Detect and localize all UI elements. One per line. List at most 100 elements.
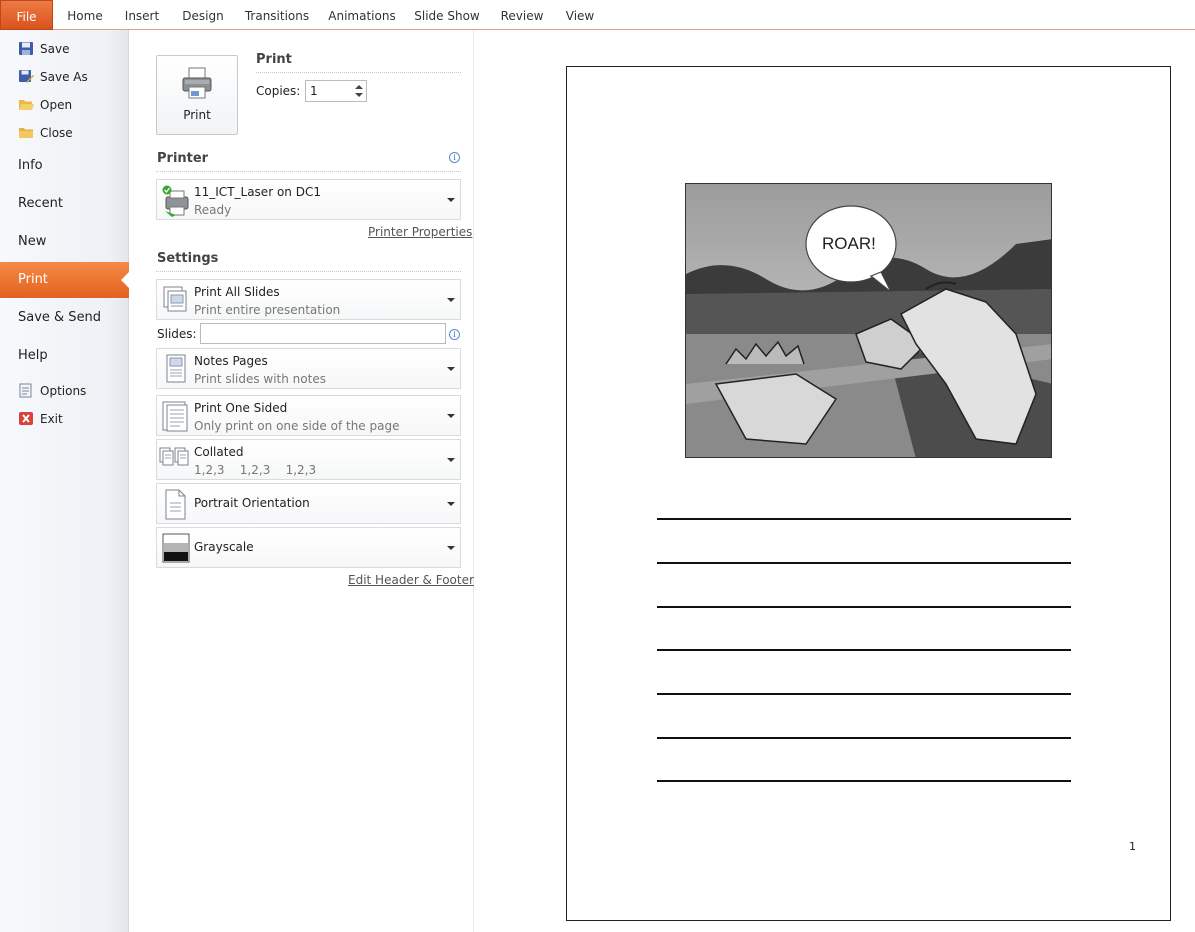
notes-line	[657, 562, 1071, 564]
print-range-dropdown[interactable]: Print All Slides Print entire presentati…	[156, 279, 461, 320]
nav-save-label: Save	[40, 42, 70, 56]
print-layout-sub: Print slides with notes	[194, 372, 326, 386]
notes-line	[657, 606, 1071, 608]
divider	[156, 271, 461, 272]
dinosaur-illustration	[686, 184, 1051, 457]
nav-save-as[interactable]: Save As	[0, 64, 128, 90]
copies-label: Copies:	[256, 84, 301, 98]
one-sided-icon	[162, 401, 188, 432]
printer-status: Ready	[194, 203, 232, 217]
nav-help-label: Help	[18, 348, 48, 363]
tab-animations[interactable]: Animations	[324, 0, 400, 30]
slides-label: Slides:	[157, 327, 197, 341]
print-button-label: Print	[183, 108, 211, 122]
nav-open[interactable]: Open	[0, 92, 128, 118]
color-main: Grayscale	[194, 540, 254, 554]
nav-save[interactable]: Save	[0, 36, 128, 62]
chevron-down-icon	[447, 502, 455, 506]
tab-home[interactable]: Home	[62, 0, 108, 30]
folder-open-icon	[19, 100, 34, 110]
print-button[interactable]: Print	[156, 55, 238, 135]
tab-review[interactable]: Review	[496, 0, 548, 30]
info-icon[interactable]: i	[449, 329, 460, 340]
chevron-down-icon	[447, 198, 455, 202]
grayscale-icon	[162, 533, 190, 563]
collated-icon	[159, 447, 189, 466]
options-icon	[19, 383, 32, 398]
save-icon	[19, 42, 33, 55]
printer-section-title: Printer	[157, 151, 209, 166]
notes-pages-icon	[166, 354, 186, 383]
print-settings-pane: Print Print Copies: 1 Printer i 11_ICT_L…	[129, 30, 474, 932]
tab-design[interactable]: Design	[176, 0, 230, 30]
printer-status-icon	[162, 185, 189, 217]
tab-insert[interactable]: Insert	[118, 0, 166, 30]
print-sides-main: Print One Sided	[194, 401, 288, 415]
divider	[256, 72, 461, 73]
orientation-dropdown[interactable]: Portrait Orientation	[156, 483, 461, 524]
chevron-down-icon	[447, 546, 455, 550]
collation-sub: 1,2,3 1,2,3 1,2,3	[194, 463, 317, 477]
slides-input[interactable]	[200, 323, 446, 344]
printer-dropdown[interactable]: 11_ICT_Laser on DC1 Ready	[156, 179, 461, 220]
page-number: 1	[1129, 840, 1136, 853]
portrait-icon	[165, 489, 186, 520]
notes-line	[657, 780, 1071, 782]
spin-up-icon[interactable]	[355, 85, 363, 89]
slide-thumbnail: ROAR!	[685, 183, 1052, 458]
notes-line	[657, 518, 1071, 520]
nav-exit-label: Exit	[40, 412, 63, 426]
copies-spinner[interactable]	[351, 80, 367, 102]
divider	[156, 171, 461, 172]
preview-page: ROAR! 1	[566, 66, 1171, 921]
print-layout-main: Notes Pages	[194, 354, 268, 368]
printer-icon	[182, 67, 212, 99]
backstage-nav: Save Save As Open Close Info Recent New …	[0, 30, 130, 932]
ribbon-tabs: File Home Insert Design Transitions Anim…	[0, 0, 1195, 30]
nav-new[interactable]: New	[0, 224, 128, 260]
nav-info[interactable]: Info	[0, 148, 128, 184]
chevron-down-icon	[447, 414, 455, 418]
collation-main: Collated	[194, 445, 244, 459]
color-dropdown[interactable]: Grayscale	[156, 527, 461, 568]
tab-view[interactable]: View	[558, 0, 602, 30]
nav-exit[interactable]: Exit	[0, 406, 128, 432]
notes-line	[657, 737, 1071, 739]
nav-recent[interactable]: Recent	[0, 186, 128, 222]
print-sides-dropdown[interactable]: Print One Sided Only print on one side o…	[156, 395, 461, 436]
print-range-sub: Print entire presentation	[194, 303, 341, 317]
chevron-down-icon	[447, 458, 455, 462]
edit-header-footer-link[interactable]: Edit Header & Footer	[348, 573, 474, 587]
spin-down-icon[interactable]	[355, 93, 363, 97]
notes-line	[657, 693, 1071, 695]
info-icon[interactable]: i	[449, 152, 460, 163]
print-sides-sub: Only print on one side of the page	[194, 419, 400, 433]
nav-help[interactable]: Help	[0, 338, 128, 374]
nav-new-label: New	[18, 234, 47, 249]
tab-file[interactable]: File	[0, 0, 53, 30]
exit-icon	[19, 412, 33, 425]
chevron-down-icon	[447, 298, 455, 302]
nav-options-label: Options	[40, 384, 87, 398]
printer-properties-link[interactable]: Printer Properties	[368, 225, 472, 239]
tab-transitions[interactable]: Transitions	[240, 0, 314, 30]
nav-save-as-label: Save As	[40, 70, 88, 84]
chevron-down-icon	[447, 367, 455, 371]
orientation-main: Portrait Orientation	[194, 496, 310, 510]
nav-save-send[interactable]: Save & Send	[0, 300, 128, 336]
tab-slide-show[interactable]: Slide Show	[410, 0, 484, 30]
collation-dropdown[interactable]: Collated 1,2,3 1,2,3 1,2,3	[156, 439, 461, 480]
printer-name: 11_ICT_Laser on DC1	[194, 185, 321, 199]
nav-recent-label: Recent	[18, 196, 63, 211]
speech-bubble-text: ROAR!	[822, 234, 876, 253]
nav-print[interactable]: Print	[0, 262, 130, 298]
print-range-main: Print All Slides	[194, 285, 280, 299]
nav-close-label: Close	[40, 126, 73, 140]
print-section-title: Print	[256, 52, 292, 67]
nav-close[interactable]: Close	[0, 120, 128, 146]
notes-line	[657, 649, 1071, 651]
nav-info-label: Info	[18, 158, 43, 173]
settings-section-title: Settings	[157, 251, 219, 266]
print-layout-dropdown[interactable]: Notes Pages Print slides with notes	[156, 348, 461, 389]
nav-options[interactable]: Options	[0, 378, 128, 404]
